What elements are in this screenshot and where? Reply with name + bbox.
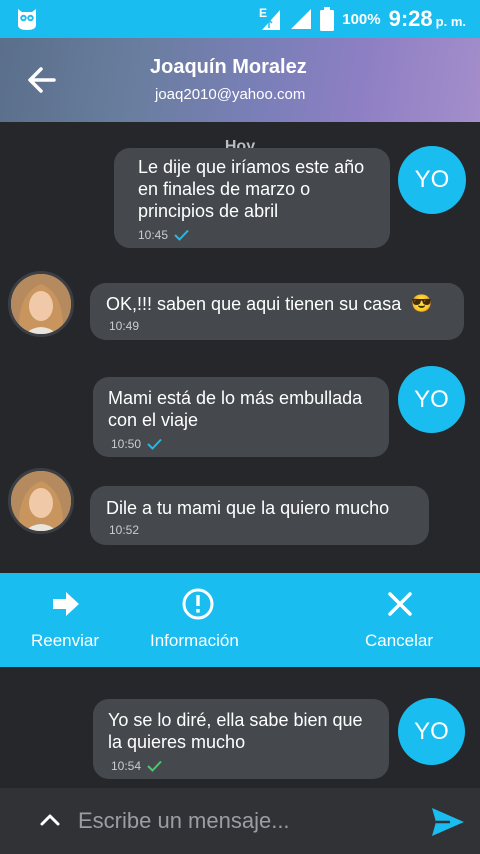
message-text: principios de abril [138, 201, 279, 221]
message-input[interactable] [78, 802, 408, 840]
message-text: Mami está de lo más embullada [108, 388, 363, 408]
cancel-label: Cancelar [365, 631, 434, 650]
message-text: Le dije que iríamos este año [138, 157, 365, 177]
message-meta: 10:50 [108, 437, 373, 451]
self-avatar-badge: YO [398, 698, 465, 765]
self-avatar-badge: YO [398, 366, 465, 433]
chat-header: Joaquín Moralez joaq2010@yahoo.com [0, 38, 480, 122]
close-icon [388, 592, 412, 616]
chat-area[interactable]: Hoy Le dije que iríamos este año en fina… [0, 122, 480, 788]
read-check-icon [147, 438, 162, 450]
message-meta: 10:45 [138, 228, 366, 242]
message-bubble-incoming[interactable]: Dile a tu mami que la quiero mucho 10:52 [90, 486, 429, 545]
message-time: 10:54 [111, 759, 142, 773]
sunglasses-emoji: 😎 [411, 294, 433, 313]
message-time: 10:52 [109, 523, 140, 537]
message-time: 10:50 [111, 437, 142, 451]
message-meta: 10:49 [106, 319, 446, 333]
message-action-bar: Reenviar Información Cancelar [0, 573, 480, 667]
message-text: la quieres mucho [108, 732, 246, 752]
clock: 9:28 p. m. [388, 6, 466, 31]
message-bubble-outgoing[interactable]: Le dije que iríamos este año en finales … [114, 148, 390, 248]
delivered-check-icon [147, 760, 162, 772]
message-text: Dile a tu mami que la quiero mucho [106, 498, 390, 518]
chevron-up-icon[interactable] [38, 808, 62, 832]
self-avatar-badge: YO [398, 146, 466, 214]
forward-button[interactable]: Reenviar [0, 573, 132, 667]
back-arrow-icon[interactable] [24, 62, 60, 98]
contact-photo [11, 274, 71, 334]
info-label: Información [150, 631, 239, 650]
message-time: 10:45 [138, 228, 169, 242]
contact-name: Joaquín Moralez [150, 56, 307, 78]
battery-icon [320, 7, 335, 31]
message-time: 10:49 [109, 319, 140, 333]
contact-email: joaq2010@yahoo.com [155, 86, 306, 103]
message-bubble-incoming[interactable]: OK,!!! saben que aqui tienen su casa 😎 1… [90, 283, 464, 340]
owl-app-icon [18, 9, 36, 30]
info-button[interactable]: Información [140, 573, 260, 667]
message-bubble-outgoing[interactable]: Mami está de lo más embullada con el via… [93, 377, 389, 457]
battery-percent: 100% [342, 10, 381, 28]
forward-arrow-icon [53, 592, 79, 616]
info-alert-icon [182, 588, 214, 620]
svg-text:E: E [259, 6, 267, 20]
send-icon[interactable] [430, 806, 466, 838]
message-meta: 10:54 [108, 759, 373, 773]
read-check-icon [174, 229, 189, 241]
cell-signal-icon [291, 9, 312, 29]
contact-avatar[interactable] [8, 271, 74, 337]
message-meta: 10:52 [106, 523, 413, 537]
message-text: en finales de marzo o [138, 179, 311, 199]
message-bubble-outgoing[interactable]: Yo se lo diré, ella sabe bien que la qui… [93, 699, 389, 779]
message-text: Yo se lo diré, ella sabe bien que [108, 710, 363, 730]
message-text: OK,!!! saben que aqui tienen su casa [106, 294, 402, 314]
network-signal-icon: E [259, 6, 281, 30]
contact-photo [11, 471, 71, 531]
contact-avatar[interactable] [8, 468, 74, 534]
forward-label: Reenviar [31, 631, 100, 650]
message-composer [0, 788, 480, 854]
cancel-button[interactable]: Cancelar [352, 573, 452, 667]
status-bar: E 100% 9:28 p. m. [0, 0, 480, 38]
message-text: con el viaje [108, 410, 199, 430]
